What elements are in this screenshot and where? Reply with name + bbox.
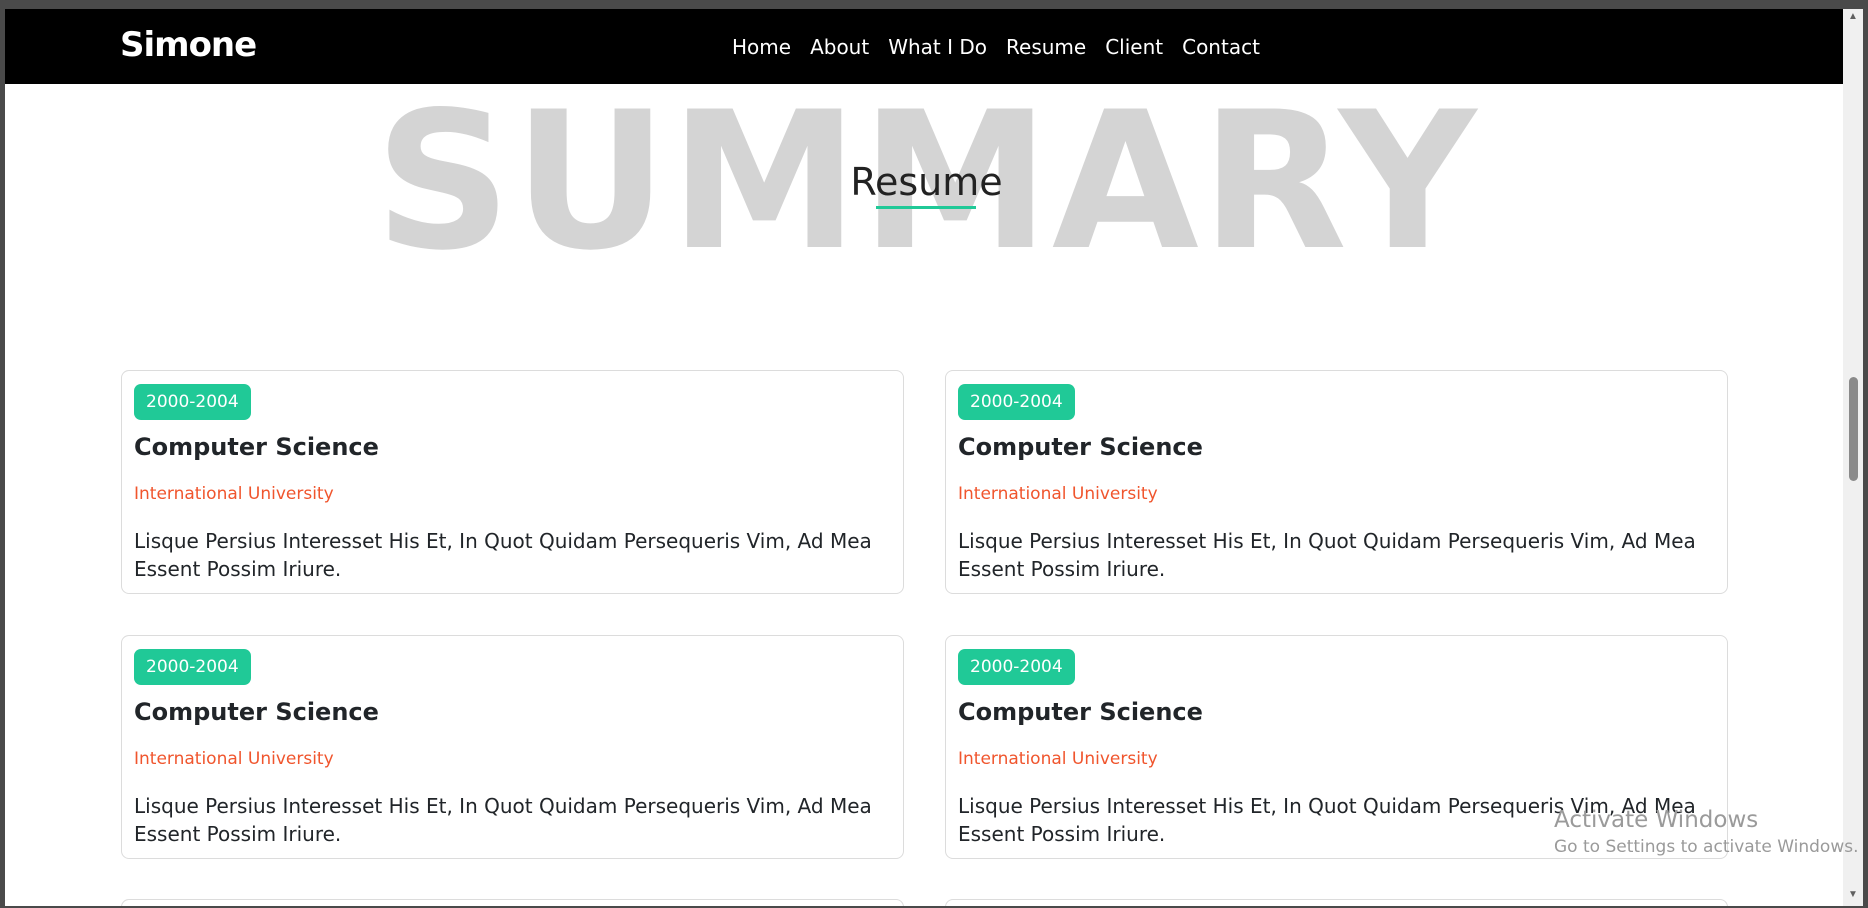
resume-card: 2000-2004 Computer Science International… xyxy=(945,370,1728,594)
period-badge: 2000-2004 xyxy=(958,384,1075,420)
nav-link-resume[interactable]: Resume xyxy=(1006,35,1086,59)
period-badge: 2000-2004 xyxy=(958,649,1075,685)
nav-link-what-i-do[interactable]: What I Do xyxy=(888,35,987,59)
section-title: Resume xyxy=(850,160,1003,204)
card-title: Computer Science xyxy=(958,433,1203,461)
watermark-title: Activate Windows xyxy=(1554,807,1759,833)
resume-card-partial xyxy=(945,899,1728,906)
scroll-up-arrow-icon[interactable]: ▲ xyxy=(1847,11,1859,23)
card-institution: International University xyxy=(134,484,334,504)
card-institution: International University xyxy=(958,749,1158,769)
card-title: Computer Science xyxy=(134,698,379,726)
card-title: Computer Science xyxy=(958,698,1203,726)
browser-viewport: Simone Home About What I Do Resume Clien… xyxy=(5,9,1848,906)
scrollbar-thumb[interactable] xyxy=(1849,377,1858,481)
page-scrollbar[interactable]: ▲ ▼ xyxy=(1843,9,1863,906)
nav-link-about[interactable]: About xyxy=(810,35,869,59)
nav-link-home[interactable]: Home xyxy=(732,35,791,59)
resume-card: 2000-2004 Computer Science International… xyxy=(121,635,904,859)
watermark-subtitle: Go to Settings to activate Windows. xyxy=(1554,837,1859,857)
scroll-down-arrow-icon[interactable]: ▼ xyxy=(1847,889,1859,901)
card-institution: International University xyxy=(958,484,1158,504)
resume-card: 2000-2004 Computer Science International… xyxy=(121,370,904,594)
title-underline xyxy=(876,206,976,209)
card-description: Lisque Persius Interesset His Et, In Quo… xyxy=(134,794,872,846)
nav-link-contact[interactable]: Contact xyxy=(1182,35,1260,59)
card-description: Lisque Persius Interesset His Et, In Quo… xyxy=(134,529,872,581)
card-description: Lisque Persius Interesset His Et, In Quo… xyxy=(958,529,1696,581)
period-badge: 2000-2004 xyxy=(134,649,251,685)
period-badge: 2000-2004 xyxy=(134,384,251,420)
brand-logo[interactable]: Simone xyxy=(120,25,257,65)
card-institution: International University xyxy=(134,749,334,769)
nav-link-client[interactable]: Client xyxy=(1105,35,1163,59)
windows-activation-watermark: Activate Windows Go to Settings to activ… xyxy=(1554,805,1859,859)
resume-card-partial xyxy=(121,899,904,906)
card-title: Computer Science xyxy=(134,433,379,461)
